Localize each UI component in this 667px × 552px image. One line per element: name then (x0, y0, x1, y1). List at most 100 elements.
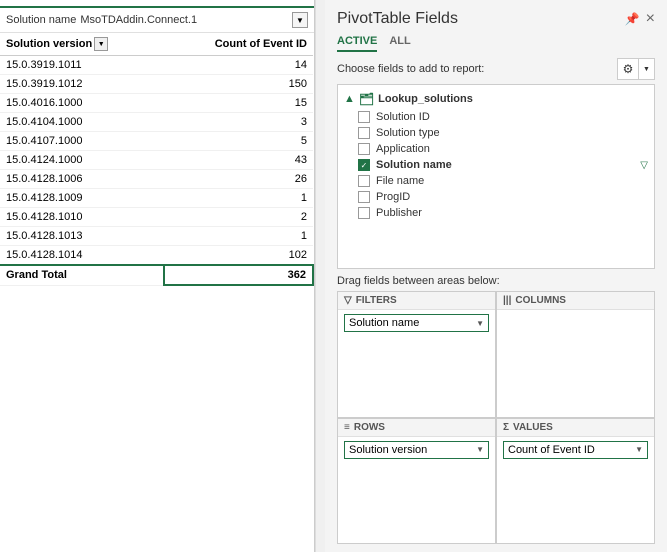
field-checkbox-1[interactable] (358, 127, 370, 139)
rows-label: ROWS (354, 422, 385, 433)
values-pill-arrow: ▼ (635, 445, 643, 454)
filter-dropdown-btn[interactable]: ▼ (292, 12, 308, 28)
rows-content: Solution version ▼ (338, 437, 495, 544)
grand-total-label: Grand Total (0, 265, 164, 285)
table-row: 15.0.4128.1014 102 (0, 246, 313, 266)
drag-area-filters: ▽ FILTERS Solution name ▼ (337, 291, 496, 418)
field-checkbox-0[interactable] (358, 111, 370, 123)
tab-active[interactable]: ACTIVE (337, 32, 377, 52)
filters-pill-arrow: ▼ (476, 319, 484, 328)
field-checkbox-6[interactable] (358, 207, 370, 219)
filter-label: Solution name (6, 14, 76, 26)
pin-icon[interactable]: 📌 (625, 12, 640, 26)
version-cell: 15.0.4104.1000 (0, 113, 164, 132)
tab-all[interactable]: ALL (389, 32, 410, 52)
scrollbar[interactable] (315, 0, 325, 552)
count-cell: 14 (164, 56, 313, 75)
count-cell: 43 (164, 151, 313, 170)
data-table: Solution version ▼ Count of Event ID 15.… (0, 33, 314, 286)
pf-close-btn[interactable]: × (646, 10, 655, 28)
count-cell: 15 (164, 94, 313, 113)
filters-field-label: Solution name (349, 317, 472, 329)
filters-icon: ▽ (344, 295, 352, 306)
table-row: 15.0.4128.1010 2 (0, 208, 313, 227)
table-row: 15.0.3919.1012 150 (0, 75, 313, 94)
drag-area-columns: ||| COLUMNS (496, 291, 655, 418)
field-item-3[interactable]: Solution name▽ (338, 157, 654, 173)
field-item-6[interactable]: Publisher (338, 205, 654, 221)
table-row: 15.0.4128.1006 26 (0, 170, 313, 189)
field-item-5[interactable]: ProgID (338, 189, 654, 205)
pf-gear-arrow[interactable]: ▼ (639, 58, 655, 80)
group-name: Lookup_solutions (378, 93, 473, 105)
field-item-4[interactable]: File name (338, 173, 654, 189)
version-cell: 15.0.4128.1006 (0, 170, 164, 189)
columns-header: ||| COLUMNS (497, 292, 654, 310)
group-table-icon: 🗂 (359, 92, 374, 106)
columns-icon: ||| (503, 295, 511, 306)
version-col-header: Solution version ▼ (0, 33, 164, 56)
table-row: 15.0.4107.1000 5 (0, 132, 313, 151)
drag-label: Drag fields between areas below: (325, 269, 667, 291)
table-row: 15.0.4124.1000 43 (0, 151, 313, 170)
group-expand-icon: ▲ (344, 93, 355, 105)
fields-list-container: ▲ 🗂 Lookup_solutions Solution ID Solution… (337, 84, 655, 269)
field-checkbox-5[interactable] (358, 191, 370, 203)
pivot-data-table: Solution version ▼ Count of Event ID 15.… (0, 33, 314, 552)
pivot-table-panel: Solution name MsoTDAddin.Connect.1 ▼ Sol… (0, 0, 315, 552)
drag-area-values: Σ VALUES Count of Event ID ▼ (496, 418, 655, 545)
field-label-5: ProgID (376, 191, 410, 203)
rows-header: ≡ ROWS (338, 419, 495, 437)
rows-icon: ≡ (344, 422, 350, 433)
pf-subtitle-row: Choose fields to add to report: ⚙ ▼ (325, 52, 667, 84)
version-cell: 15.0.4124.1000 (0, 151, 164, 170)
field-checkbox-3[interactable] (358, 159, 370, 171)
pf-gear-btn[interactable]: ⚙ (617, 58, 639, 80)
pivot-fields-panel: PivotTable Fields 📌 × ACTIVE ALL Choose … (325, 0, 667, 552)
version-cell: 15.0.4016.1000 (0, 94, 164, 113)
grand-total-row: Grand Total 362 (0, 265, 313, 285)
values-content: Count of Event ID ▼ (497, 437, 654, 544)
pivot-filter-row: Solution name MsoTDAddin.Connect.1 ▼ (0, 8, 314, 33)
columns-label: COLUMNS (515, 295, 566, 306)
count-cell: 5 (164, 132, 313, 151)
version-cell: 15.0.4128.1010 (0, 208, 164, 227)
values-field-pill[interactable]: Count of Event ID ▼ (503, 441, 648, 459)
columns-content (497, 310, 654, 417)
version-cell: 15.0.4128.1013 (0, 227, 164, 246)
field-item-2[interactable]: Application (338, 141, 654, 157)
drag-area-rows: ≡ ROWS Solution version ▼ (337, 418, 496, 545)
values-field-label: Count of Event ID (508, 444, 631, 456)
count-cell: 26 (164, 170, 313, 189)
pf-title: PivotTable Fields (337, 10, 458, 28)
field-label-6: Publisher (376, 207, 422, 219)
table-row: 15.0.3919.1011 14 (0, 56, 313, 75)
filters-label: FILTERS (356, 295, 397, 306)
values-header: Σ VALUES (497, 419, 654, 437)
count-cell: 2 (164, 208, 313, 227)
field-checkbox-2[interactable] (358, 143, 370, 155)
count-cell: 1 (164, 227, 313, 246)
table-row: 15.0.4104.1000 3 (0, 113, 313, 132)
field-item-1[interactable]: Solution type (338, 125, 654, 141)
excel-tab-bar (0, 0, 314, 8)
pf-header: PivotTable Fields 📌 × (325, 0, 667, 28)
table-row: 15.0.4016.1000 15 (0, 94, 313, 113)
fields-list: ▲ 🗂 Lookup_solutions Solution ID Solution… (338, 85, 654, 225)
rows-field-pill[interactable]: Solution version ▼ (344, 441, 489, 459)
rows-field-label: Solution version (349, 444, 472, 456)
version-filter-dropdown[interactable]: ▼ (94, 37, 108, 51)
drag-areas: ▽ FILTERS Solution name ▼ ||| COLUMNS ≡ … (337, 291, 655, 544)
filters-header: ▽ FILTERS (338, 292, 495, 310)
version-cell: 15.0.3919.1011 (0, 56, 164, 75)
filters-field-pill[interactable]: Solution name ▼ (344, 314, 489, 332)
version-cell: 15.0.3919.1012 (0, 75, 164, 94)
pf-gear-group: ⚙ ▼ (617, 58, 655, 80)
table-row: 15.0.4128.1009 1 (0, 189, 313, 208)
field-group-header[interactable]: ▲ 🗂 Lookup_solutions (338, 89, 654, 109)
field-item-0[interactable]: Solution ID (338, 109, 654, 125)
field-checkbox-4[interactable] (358, 175, 370, 187)
field-label-0: Solution ID (376, 111, 430, 123)
version-cell: 15.0.4128.1009 (0, 189, 164, 208)
values-icon: Σ (503, 422, 509, 433)
